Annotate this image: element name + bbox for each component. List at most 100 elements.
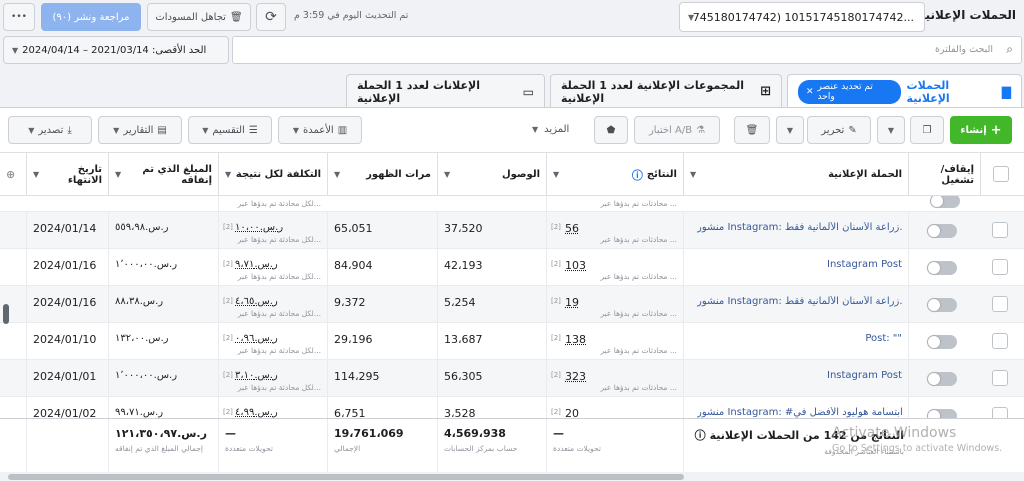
horizontal-scrollbar[interactable]: [0, 472, 1024, 481]
toggle-switch[interactable]: [930, 196, 960, 208]
export-label: تصدير: [38, 124, 64, 136]
header-toggle[interactable]: إيقاف/ تشغيل: [908, 153, 980, 196]
row-checkbox[interactable]: [992, 407, 1008, 418]
tab-campaigns[interactable]: ✕ تم تحديد عنصر واحد الحملات الإعلانية ▇: [787, 74, 1022, 108]
results-value[interactable]: 323: [565, 370, 586, 383]
results-value[interactable]: 103: [565, 259, 586, 272]
table-row[interactable]: Post: "" 138 [2] محادثات تم بدؤها عبر ... 13…: [0, 323, 1024, 360]
row-checkbox[interactable]: [992, 370, 1008, 386]
campaign-name-link[interactable]: Instagram Post: [827, 259, 902, 270]
cost-value[interactable]: ر.س.١٠،٠٠: [235, 222, 283, 233]
header-results[interactable]: ▼ ⓘ النتائج: [546, 153, 683, 196]
totals-spent-sub: إجمالي المبلغ الذي تم إنفاقه: [115, 444, 203, 453]
ab-test-button[interactable]: اختبار A/B ⚗: [634, 116, 720, 144]
end-date-cell: 2024/01/01: [26, 360, 108, 397]
toggle-cell: [908, 360, 980, 397]
results-value[interactable]: 19: [565, 296, 579, 309]
row-checkbox[interactable]: [992, 296, 1008, 312]
breakdown-label: التقسيم: [212, 124, 245, 136]
edit-dropdown-button[interactable]: ▼: [776, 116, 804, 144]
close-icon[interactable]: ✕: [806, 87, 814, 97]
totals-cost: —: [225, 427, 236, 440]
account-selector[interactable]: 745180174742) 10151745180174742... ▼: [679, 2, 925, 32]
header-amount-spent[interactable]: ▼ المبلغ الذي تم إنفاقه: [108, 153, 218, 196]
table-row[interactable]: منشور Instagram: زراعة الأسنان الألمانية…: [0, 286, 1024, 323]
toggle-switch[interactable]: [927, 335, 957, 349]
create-label: إنشاء: [960, 124, 987, 136]
toggle-switch[interactable]: [927, 372, 957, 386]
table-row[interactable]: منشور Instagram: زراعة الأسنان الألمانية…: [0, 212, 1024, 249]
reach-value: 13،687: [444, 333, 483, 346]
info-icon[interactable]: ⓘ: [632, 167, 643, 183]
toggle-switch[interactable]: [927, 224, 957, 238]
tab-ads[interactable]: الإعلانات لعدد 1 الحملة الإعلانية ▭: [346, 74, 545, 108]
campaign-name-link[interactable]: Post: "": [865, 333, 902, 344]
duplicate-button[interactable]: ❐: [910, 116, 944, 144]
select-all-checkbox[interactable]: [993, 166, 1009, 182]
header-campaign[interactable]: ▼ الحملة الإعلانية: [683, 153, 908, 196]
table-row[interactable]: Instagram Post 103 [2] محادثات تم بدؤها عبر…: [0, 249, 1024, 286]
spent-cell: ر.س.١٬٠٠٠،٠٠: [108, 360, 218, 397]
duplicate-dropdown-button[interactable]: ▼: [877, 116, 905, 144]
delete-button[interactable]: 🗑: [734, 116, 770, 144]
date-range-picker[interactable]: ▼ الحد الأقصى: 2021/03/14 – 2024/04/14: [3, 36, 229, 64]
cost-value[interactable]: ر.س.٤،٩٩: [235, 407, 278, 418]
more-label: المزيد: [544, 124, 570, 135]
cost-value[interactable]: ر.س.٤،٦٥: [235, 296, 278, 307]
reach-value: 37،520: [444, 222, 483, 235]
campaign-name-link[interactable]: منشور Instagram: #ابتسامة هوليود الأفضل …: [697, 407, 902, 418]
campaign-name-link[interactable]: منشور Instagram: زراعة الأسنان الألمانية…: [697, 222, 902, 233]
export-button[interactable]: ▼ تصدير ⤓: [8, 116, 92, 144]
cost-cell: [2] ر.س.٣،١٠ لكل محادثة تم بدؤها عبر...: [218, 360, 327, 397]
selected-badge[interactable]: ✕ تم تحديد عنصر واحد: [798, 79, 901, 104]
more-dropdown[interactable]: ▼ المزيد: [532, 124, 569, 135]
table-row[interactable]: Instagram Post 323 [2] محادثات تم بدؤها عبر…: [0, 360, 1024, 397]
toggle-switch[interactable]: [927, 298, 957, 312]
cost-value[interactable]: ر.س.٠،٩٦: [235, 333, 278, 344]
spent-value: ر.س.١٣٢،٠٠: [115, 333, 169, 344]
header-toggle-label: إيقاف/ تشغيل: [940, 163, 974, 186]
header-reach[interactable]: ▼ الوصول: [437, 153, 546, 196]
refresh-button[interactable]: ⟳: [256, 3, 286, 31]
reach-cell: 42،193: [437, 249, 546, 286]
info-icon[interactable]: ⓘ: [695, 427, 706, 443]
cost-value[interactable]: ر.س.٩،٧١: [235, 259, 278, 270]
results-marker: [2]: [551, 260, 561, 268]
row-checkbox[interactable]: [992, 259, 1008, 275]
columns-button[interactable]: ▼ الأعمدة ▥: [278, 116, 362, 144]
cost-value[interactable]: ر.س.٣،١٠: [235, 370, 278, 381]
header-cost-per-result[interactable]: ▼ التكلفة لكل نتيجة: [218, 153, 327, 196]
results-value[interactable]: 20: [565, 407, 579, 418]
create-button[interactable]: إنشاء +: [950, 116, 1012, 144]
review-publish-button[interactable]: مراجعة ونشر (٩٠): [41, 3, 141, 31]
reports-button[interactable]: ▼ التقارير ▤: [98, 116, 182, 144]
row-checkbox[interactable]: [992, 333, 1008, 349]
results-value[interactable]: 56: [565, 222, 579, 235]
date-range-label: الحد الأقصى: 2021/03/14 – 2024/04/14: [22, 44, 207, 56]
campaign-name-link[interactable]: Instagram Post: [827, 370, 902, 381]
campaign-name-link[interactable]: منشور Instagram: زراعة الأسنان الألمانية…: [697, 296, 902, 307]
tag-button[interactable]: ⬟: [594, 116, 628, 144]
trash-icon: 🗑: [229, 11, 243, 23]
header-impressions[interactable]: ▼ مرات الظهور: [327, 153, 437, 196]
header-end-date[interactable]: ▼ تاريخ الانتهاء: [26, 153, 108, 196]
results-marker: [2]: [551, 297, 561, 305]
add-column-icon[interactable]: ⊕: [6, 168, 15, 181]
cost-sub: لكل محادثة تم بدؤها عبر...: [237, 272, 321, 281]
search-filter-bar[interactable]: البحث والفلترة ⌕: [232, 36, 1022, 64]
toggle-switch[interactable]: [927, 261, 957, 275]
refresh-icon: ⟳: [265, 9, 277, 25]
horizontal-scrollbar-thumb[interactable]: [8, 474, 684, 480]
totals-cost-cell: — تحويلات متعددة: [218, 419, 327, 473]
discard-drafts-button[interactable]: تجاهل المسودات 🗑: [147, 3, 251, 31]
vertical-scrollbar-thumb[interactable]: [3, 304, 9, 324]
header-reach-label: الوصول: [501, 169, 540, 180]
table-row[interactable]: منشور Instagram: #ابتسامة هوليود الأفضل …: [0, 397, 1024, 418]
toggle-switch[interactable]: [927, 409, 957, 418]
results-value[interactable]: 138: [565, 333, 586, 346]
row-checkbox[interactable]: [992, 222, 1008, 238]
edit-button[interactable]: تحرير ✎: [807, 116, 871, 144]
breakdown-button[interactable]: ▼ التقسيم ☰: [188, 116, 272, 144]
tab-adsets[interactable]: المجموعات الإعلانية لعدد 1 الحملة الإعلا…: [550, 74, 782, 108]
more-options-button[interactable]: •••: [3, 3, 35, 31]
